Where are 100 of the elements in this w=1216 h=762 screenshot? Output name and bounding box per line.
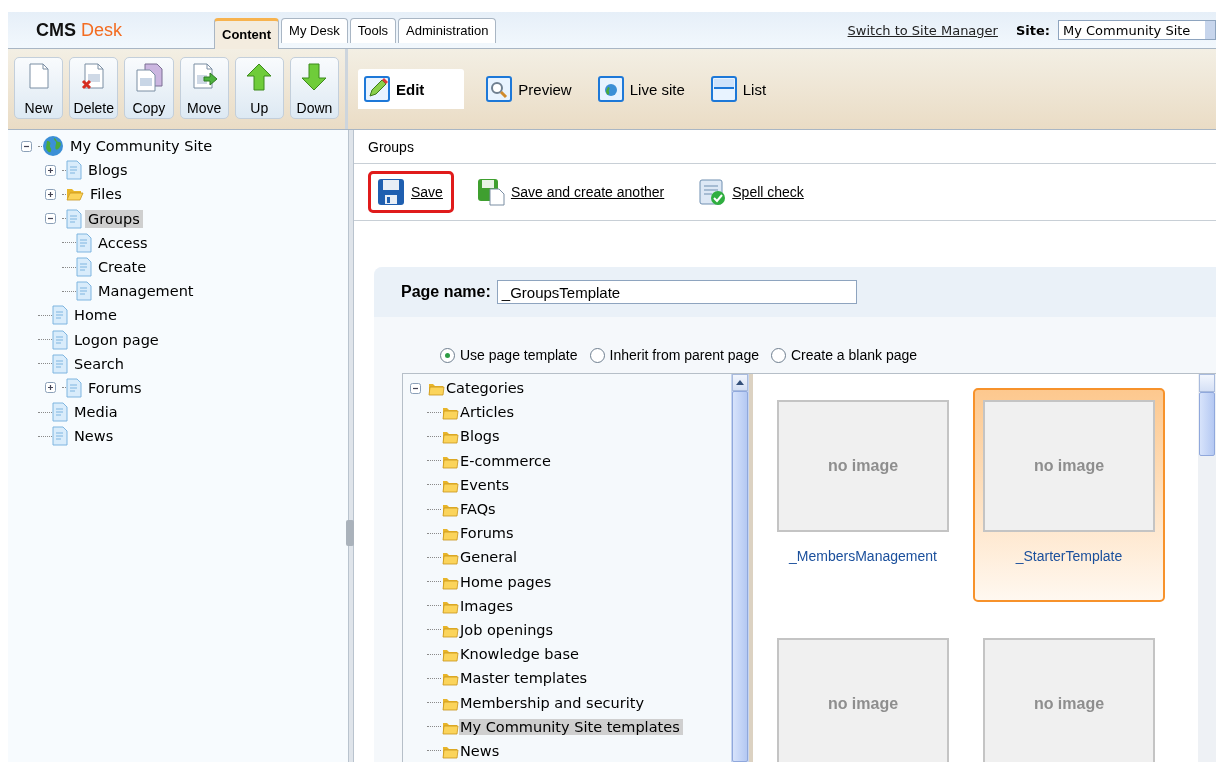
floppy-page-icon [476, 178, 505, 206]
scrollbar[interactable] [1198, 374, 1216, 762]
copy-icon [134, 62, 163, 92]
collapse-icon[interactable] [409, 382, 421, 394]
folder-icon [66, 186, 84, 203]
pencil-icon [364, 76, 390, 102]
no-image-placeholder: no image [983, 400, 1155, 532]
breadcrumb: Groups [354, 130, 1216, 164]
page-name-field[interactable]: _GroupsTemplate [496, 280, 857, 304]
toolbar-button[interactable]: Copy [124, 57, 174, 119]
toolbar-button[interactable]: Up [234, 57, 284, 119]
tree-item[interactable]: Forums [85, 378, 145, 397]
template-card[interactable]: no image _StarterTemplate [973, 388, 1165, 602]
toolbar-button[interactable]: New [14, 57, 64, 119]
view-tab[interactable]: Live site [591, 69, 689, 109]
tree-item[interactable]: News [459, 742, 503, 759]
site-select[interactable]: My Community Site [1058, 20, 1216, 40]
template-name[interactable]: _StarterTemplate [1015, 548, 1123, 564]
tree-item[interactable]: News [71, 427, 117, 446]
tab[interactable]: Content [214, 18, 280, 49]
radio-option[interactable]: Create a blank page [770, 347, 918, 363]
action-link[interactable]: Spell check [689, 171, 815, 213]
page-name-label: Page name: [401, 283, 491, 301]
page-icon [52, 426, 68, 447]
page-icon [52, 305, 68, 326]
view-tab[interactable]: Preview [480, 69, 576, 109]
tree-item[interactable]: My Community Site templates [459, 718, 683, 735]
tab[interactable]: Tools [349, 18, 397, 43]
tree-item[interactable]: Home [71, 306, 120, 325]
tree-item[interactable]: Knowledge base [459, 646, 582, 663]
page-icon [76, 232, 92, 253]
tree-item[interactable]: Logon page [71, 330, 162, 349]
radio[interactable] [589, 347, 605, 363]
site-label: Site: [1015, 22, 1050, 38]
tree-item[interactable]: General [459, 549, 521, 566]
page-icon [76, 257, 92, 278]
page-icon [52, 329, 68, 350]
tree-item[interactable]: Blogs [459, 428, 503, 445]
toolbar-button[interactable]: Delete [69, 57, 119, 119]
action-link[interactable]: Save [368, 171, 454, 213]
no-image-placeholder: no image [777, 638, 949, 762]
toolbar-button[interactable]: Down [289, 57, 340, 119]
action-link[interactable]: Save and create another [467, 171, 676, 213]
expand-icon[interactable] [44, 164, 56, 176]
tree-item[interactable]: Blogs [85, 161, 131, 180]
radio-option[interactable]: Inherit from parent page [589, 347, 759, 363]
up-arrow-icon [245, 62, 274, 92]
splitter-handle[interactable] [346, 520, 354, 546]
tree-item[interactable]: Management [95, 282, 197, 301]
radio[interactable] [440, 347, 455, 363]
collapse-icon[interactable] [44, 213, 56, 225]
page-icon [52, 353, 68, 374]
no-image-placeholder: no image [983, 638, 1155, 762]
caret-up-icon [736, 380, 744, 386]
radio[interactable] [770, 347, 786, 363]
magnifier-icon [486, 76, 513, 102]
view-tab[interactable]: List [704, 69, 771, 109]
expand-icon[interactable] [44, 188, 56, 200]
template-card[interactable]: no image _MembersManagement [767, 388, 959, 602]
page-icon [52, 402, 68, 423]
tree-item[interactable]: Events [459, 476, 513, 493]
page-icon [66, 208, 82, 229]
tree-item[interactable]: Home pages [459, 573, 555, 590]
tree-item[interactable]: Access [95, 233, 151, 252]
tree-item[interactable]: Media [71, 403, 121, 422]
tab[interactable]: My Desk [281, 18, 348, 43]
tree-item[interactable]: Create [95, 258, 150, 277]
scrollbar[interactable] [731, 374, 749, 762]
tree-item[interactable]: My Community Site [67, 137, 216, 156]
tree-item[interactable]: Master templates [459, 670, 591, 687]
page-arrow-icon [190, 62, 219, 92]
list-icon [710, 76, 737, 102]
tab[interactable]: Administration [398, 18, 497, 43]
template-name[interactable]: _MembersManagement [789, 548, 937, 564]
toolbar-button[interactable]: Move [179, 57, 229, 119]
expand-icon[interactable] [44, 382, 56, 394]
globe-icon [42, 135, 64, 158]
page-delete-icon [80, 62, 107, 92]
collapse-icon[interactable] [20, 140, 32, 152]
globe-icon [597, 76, 624, 102]
switch-link[interactable]: Switch to Site Manager [847, 22, 998, 38]
tree-item[interactable]: FAQs [459, 501, 499, 518]
tree-item[interactable]: Search [71, 354, 127, 373]
tree-item[interactable]: Forums [459, 525, 517, 542]
tree-item[interactable]: Groups [85, 209, 143, 228]
tree-item[interactable]: E-commerce [459, 452, 554, 469]
view-tab[interactable]: Edit [358, 69, 465, 109]
tree-item[interactable]: Job openings [459, 621, 557, 638]
logo: CMS Desk [35, 19, 123, 41]
tree-item[interactable]: Files [87, 185, 125, 204]
tree-item[interactable]: Membership and security [459, 694, 647, 711]
tree-item[interactable]: Categories [445, 380, 528, 397]
no-image-placeholder: no image [777, 400, 949, 532]
tree-item[interactable]: Images [459, 597, 516, 614]
page-icon [66, 377, 82, 398]
spell-check-icon [698, 178, 727, 206]
down-arrow-icon [300, 62, 329, 92]
tree-item[interactable]: Articles [459, 404, 518, 421]
page-icon [76, 281, 92, 302]
radio-option[interactable]: Use page template [440, 347, 578, 363]
